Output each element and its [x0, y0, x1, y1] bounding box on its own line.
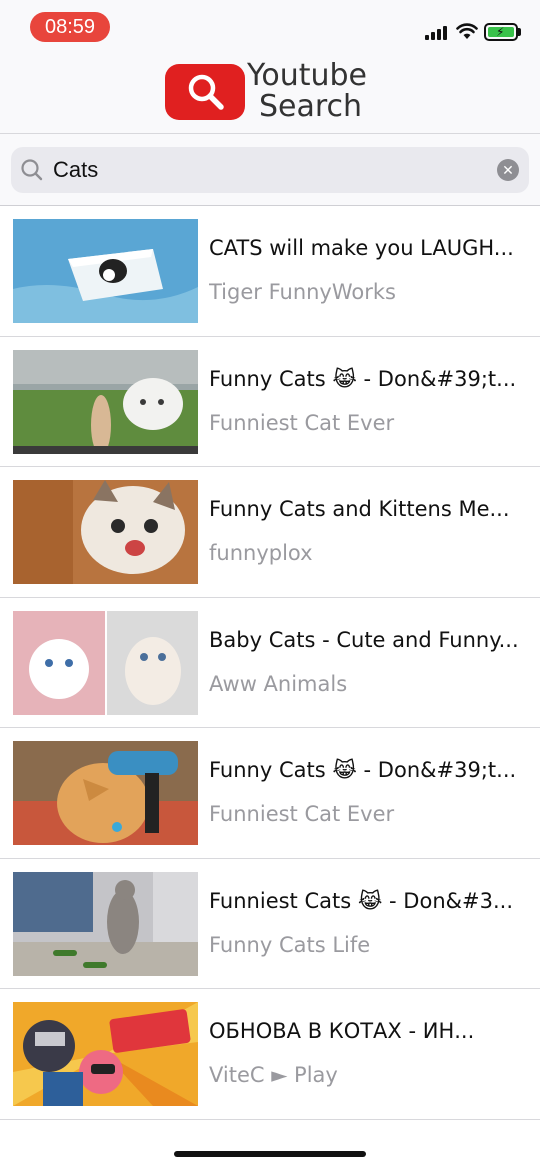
battery-cap	[518, 28, 521, 36]
video-thumbnail	[13, 349, 198, 454]
app-title-line2: Search	[259, 89, 363, 124]
video-thumbnail	[13, 610, 198, 715]
status-bar: 08:59 ⚡	[0, 0, 540, 56]
list-item[interactable]: Funny Cats 😹 - Don&#39;t... Funniest Cat…	[0, 728, 540, 859]
battery-icon: ⚡	[484, 23, 518, 41]
list-item[interactable]: Funny Cats 😹 - Don&#39;t... Funniest Cat…	[0, 337, 540, 467]
video-thumbnail	[13, 219, 198, 323]
list-item[interactable]: CATS will make you LAUGH... Tiger FunnyW…	[0, 206, 540, 337]
list-item[interactable]: Funny Cats and Kittens Me... funnyplox	[0, 467, 540, 598]
video-channel: Funniest Cat Ever	[209, 410, 395, 435]
list-item[interactable]: Funniest Cats 😹 - Don&#3... Funny Cats L…	[0, 859, 540, 989]
list-item[interactable]: ОБНОВА В КОТАХ - ИН... ViteC ► Play	[0, 989, 540, 1120]
wifi-icon	[456, 23, 478, 39]
video-channel: ViteC ► Play	[209, 1063, 338, 1087]
home-indicator[interactable]	[174, 1151, 366, 1157]
video-thumbnail	[13, 1002, 198, 1106]
logo-badge	[165, 64, 245, 120]
video-title: CATS will make you LAUGH...	[209, 236, 514, 260]
search-input[interactable]	[53, 147, 493, 193]
results-list: CATS will make you LAUGH... Tiger FunnyW…	[0, 206, 540, 1120]
video-channel: Funniest Cat Ever	[209, 802, 395, 826]
app-title-line1: Youtube	[247, 58, 367, 93]
video-channel: funnyplox	[209, 541, 313, 565]
search-bar: ✕	[0, 134, 540, 206]
search-icon	[188, 74, 224, 110]
video-title: ОБНОВА В КОТАХ - ИН...	[209, 1019, 475, 1043]
magnifier-icon	[21, 159, 43, 181]
video-channel: Aww Animals	[209, 671, 348, 696]
status-time: 08:59	[30, 12, 110, 42]
video-title: Funny Cats and Kittens Me...	[209, 497, 510, 521]
app-title: Youtube Search	[247, 60, 367, 122]
video-title: Funny Cats 😹 - Don&#39;t...	[209, 758, 517, 782]
video-title: Funniest Cats 😹 - Don&#3...	[209, 888, 513, 913]
search-field[interactable]: ✕	[11, 147, 529, 193]
video-thumbnail	[13, 480, 198, 584]
clear-search-button[interactable]: ✕	[497, 159, 519, 181]
video-title: Baby Cats - Cute and Funny...	[209, 627, 519, 652]
video-thumbnail	[13, 741, 198, 845]
video-title: Funny Cats 😹 - Don&#39;t...	[209, 366, 517, 391]
app-header: Youtube Search	[0, 56, 540, 134]
list-item[interactable]: Baby Cats - Cute and Funny... Aww Animal…	[0, 598, 540, 728]
video-channel: Funny Cats Life	[209, 932, 371, 957]
video-channel: Tiger FunnyWorks	[209, 280, 396, 304]
cellular-signal-icon	[425, 24, 451, 40]
video-thumbnail	[13, 871, 198, 976]
